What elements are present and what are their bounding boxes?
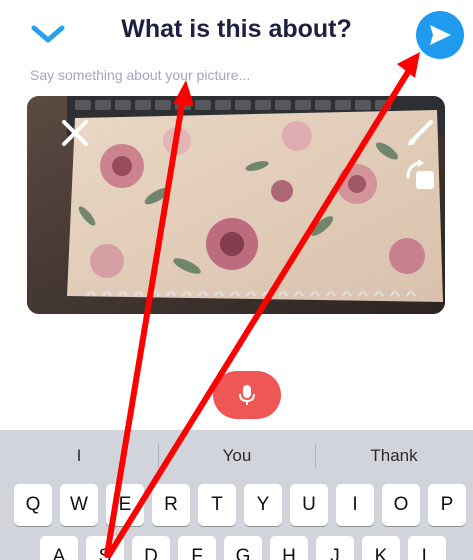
key[interactable]: E <box>106 484 144 526</box>
rotate-icon[interactable] <box>402 157 438 193</box>
key[interactable]: H <box>270 536 308 560</box>
key[interactable]: Q <box>14 484 52 526</box>
key[interactable]: F <box>178 536 216 560</box>
key[interactable]: I <box>336 484 374 526</box>
brush-icon[interactable] <box>404 117 436 149</box>
caption-input[interactable] <box>30 64 450 86</box>
key[interactable]: O <box>382 484 420 526</box>
key[interactable]: W <box>60 484 98 526</box>
key[interactable]: P <box>428 484 466 526</box>
header: What is this about? <box>0 0 473 62</box>
key[interactable]: L <box>408 536 446 560</box>
suggestion-item[interactable]: I <box>0 430 158 482</box>
keyboard: I You Thank Q W E R T Y U I O P A S D F … <box>0 430 473 560</box>
key[interactable]: S <box>86 536 124 560</box>
key[interactable]: R <box>152 484 190 526</box>
page-title: What is this about? <box>121 15 352 43</box>
key[interactable]: Y <box>244 484 282 526</box>
microphone-button[interactable] <box>213 371 281 419</box>
microphone-icon <box>239 385 255 405</box>
close-icon[interactable] <box>58 116 92 150</box>
suggestion-item[interactable]: You <box>158 430 316 482</box>
send-button[interactable] <box>416 11 464 59</box>
key[interactable]: J <box>316 536 354 560</box>
key[interactable]: D <box>132 536 170 560</box>
key[interactable]: G <box>224 536 262 560</box>
key[interactable]: U <box>290 484 328 526</box>
key[interactable]: K <box>362 536 400 560</box>
key[interactable]: A <box>40 536 78 560</box>
send-icon <box>430 25 451 45</box>
suggestion-item[interactable]: Thank <box>315 430 473 482</box>
key[interactable]: T <box>198 484 236 526</box>
